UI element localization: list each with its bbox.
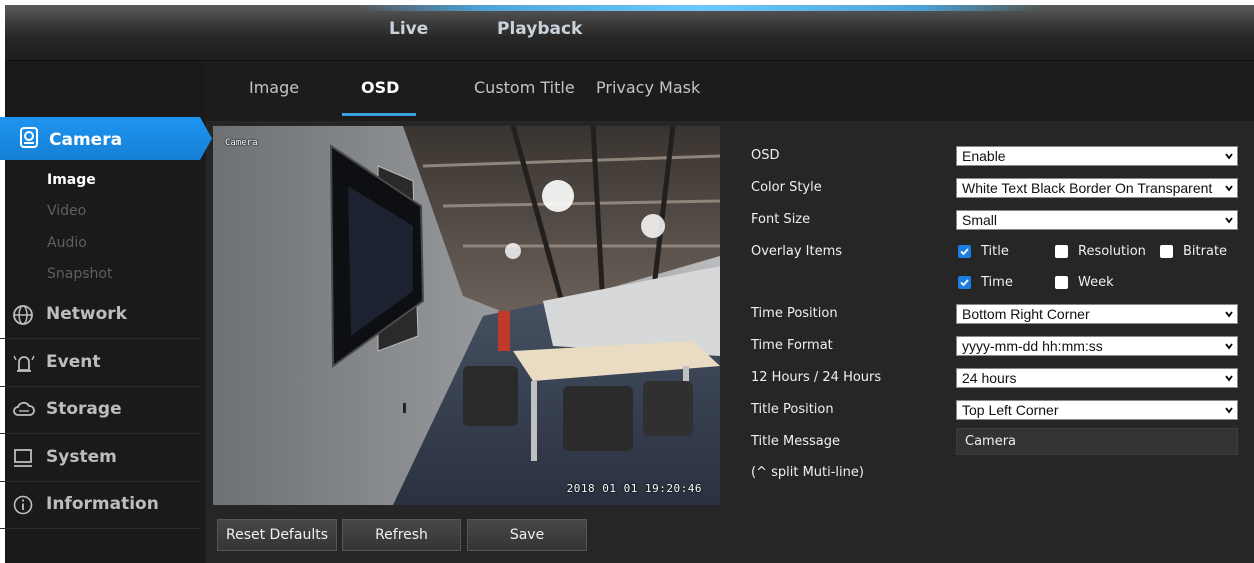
title-position-select-value: Top Left Corner bbox=[962, 402, 1059, 418]
camera-icon bbox=[19, 127, 39, 149]
checkbox-unchecked-icon bbox=[1055, 276, 1068, 289]
time-position-select-value: Bottom Right Corner bbox=[962, 306, 1090, 322]
overlay-title-checkbox[interactable]: Title bbox=[958, 244, 1009, 259]
chevron-down-icon bbox=[1225, 153, 1233, 160]
refresh-button[interactable]: Refresh bbox=[342, 519, 461, 551]
top-bar-highlight bbox=[360, 5, 1040, 11]
sidebar-item-camera-label: Camera bbox=[49, 130, 123, 150]
sidebar-item-label: System bbox=[46, 447, 117, 467]
monitor-icon bbox=[12, 447, 34, 469]
color-style-select-value: White Text Black Border On Transparent bbox=[962, 180, 1213, 196]
font-size-select-value: Small bbox=[962, 212, 998, 228]
reset-defaults-button[interactable]: Reset Defaults bbox=[217, 519, 337, 551]
time-position-select[interactable]: Bottom Right Corner bbox=[956, 304, 1238, 324]
sidebar-item-label: Information bbox=[46, 494, 159, 514]
sidebar-subitem-video[interactable]: Video bbox=[47, 203, 86, 219]
color-style-label: Color Style bbox=[751, 180, 822, 195]
font-size-select[interactable]: Small bbox=[956, 210, 1238, 230]
sidebar-item-label: Event bbox=[46, 352, 101, 372]
nav-live[interactable]: Live bbox=[389, 19, 428, 39]
sidebar-subitem-image[interactable]: Image bbox=[47, 172, 96, 188]
overlay-week-checkbox[interactable]: Week bbox=[1055, 275, 1114, 290]
osd-time-overlay: 2018 01 01 19:20:46 bbox=[566, 482, 702, 495]
cloud-storage-icon bbox=[12, 399, 35, 421]
time-format-select[interactable]: yyyy-mm-dd hh:mm:ss bbox=[956, 336, 1238, 356]
nav-playback[interactable]: Playback bbox=[497, 19, 582, 39]
sidebar-subitem-audio[interactable]: Audio bbox=[47, 235, 87, 251]
hours-format-label: 12 Hours / 24 Hours bbox=[751, 370, 882, 385]
sidebar-divider bbox=[0, 338, 200, 339]
sidebar-item-event[interactable]: Event bbox=[0, 340, 200, 386]
sidebar-item-system[interactable]: System bbox=[0, 435, 200, 481]
chevron-down-icon bbox=[1225, 375, 1233, 382]
tab-custom-title[interactable]: Custom Title bbox=[474, 78, 575, 97]
osd-select[interactable]: Enable bbox=[956, 146, 1238, 166]
title-position-select[interactable]: Top Left Corner bbox=[956, 400, 1238, 420]
time-position-label: Time Position bbox=[751, 306, 838, 321]
sidebar-item-storage[interactable]: Storage bbox=[0, 387, 200, 433]
sidebar-item-network[interactable]: Network bbox=[0, 292, 200, 338]
overlay-title-label: Title bbox=[981, 244, 1009, 259]
osd-title-overlay: Camera bbox=[225, 138, 258, 148]
font-size-label: Font Size bbox=[751, 212, 811, 227]
overlay-time-checkbox[interactable]: Time bbox=[958, 275, 1013, 290]
sidebar-item-information[interactable]: Information bbox=[0, 482, 200, 528]
info-icon bbox=[12, 494, 34, 516]
tab-image[interactable]: Image bbox=[249, 78, 299, 97]
overlay-time-label: Time bbox=[981, 275, 1013, 290]
split-multiline-hint: (^ split Muti-line) bbox=[751, 465, 864, 480]
checkbox-checked-icon bbox=[958, 245, 971, 258]
time-format-select-value: yyyy-mm-dd hh:mm:ss bbox=[962, 338, 1103, 354]
top-navigation-bar: Live Playback bbox=[5, 5, 1254, 61]
sidebar-divider bbox=[0, 528, 200, 529]
network-globe-icon bbox=[12, 304, 34, 326]
camera-live-preview[interactable]: Camera 2018 01 01 19:20:46 bbox=[213, 126, 720, 505]
title-position-label: Title Position bbox=[751, 402, 834, 417]
tab-osd[interactable]: OSD bbox=[361, 78, 399, 97]
overlay-resolution-checkbox[interactable]: Resolution bbox=[1055, 244, 1146, 259]
chevron-down-icon bbox=[1225, 217, 1233, 224]
sidebar-subitem-snapshot[interactable]: Snapshot bbox=[47, 266, 112, 282]
checkbox-unchecked-icon bbox=[1160, 245, 1173, 258]
time-format-label: Time Format bbox=[751, 338, 833, 353]
chevron-down-icon bbox=[1225, 185, 1233, 192]
sidebar-divider bbox=[0, 433, 200, 434]
overlay-week-label: Week bbox=[1078, 275, 1114, 290]
osd-label: OSD bbox=[751, 148, 780, 163]
chevron-down-icon bbox=[1225, 311, 1233, 318]
color-style-select[interactable]: White Text Black Border On Transparent bbox=[956, 178, 1238, 198]
overlay-bitrate-checkbox[interactable]: Bitrate bbox=[1160, 244, 1227, 259]
overlay-resolution-label: Resolution bbox=[1078, 244, 1146, 259]
hours-format-select[interactable]: 24 hours bbox=[956, 368, 1238, 388]
save-button[interactable]: Save bbox=[467, 519, 587, 551]
overlay-items-label: Overlay Items bbox=[751, 244, 843, 259]
tab-privacy-mask[interactable]: Privacy Mask bbox=[596, 78, 700, 97]
alarm-bell-icon bbox=[12, 352, 35, 374]
overlay-bitrate-label: Bitrate bbox=[1183, 244, 1228, 259]
title-message-label: Title Message bbox=[751, 434, 840, 449]
chevron-down-icon bbox=[1225, 343, 1233, 350]
checkbox-checked-icon bbox=[958, 276, 971, 289]
osd-select-value: Enable bbox=[962, 148, 1006, 164]
checkbox-unchecked-icon bbox=[1055, 245, 1068, 258]
sidebar-item-label: Storage bbox=[46, 399, 122, 419]
title-message-input[interactable]: Camera bbox=[956, 428, 1238, 455]
sidebar-item-label: Network bbox=[46, 304, 127, 324]
active-tab-indicator bbox=[342, 113, 416, 116]
hours-format-select-value: 24 hours bbox=[962, 370, 1017, 386]
camera-scene-image bbox=[213, 126, 720, 505]
chevron-down-icon bbox=[1225, 407, 1233, 414]
